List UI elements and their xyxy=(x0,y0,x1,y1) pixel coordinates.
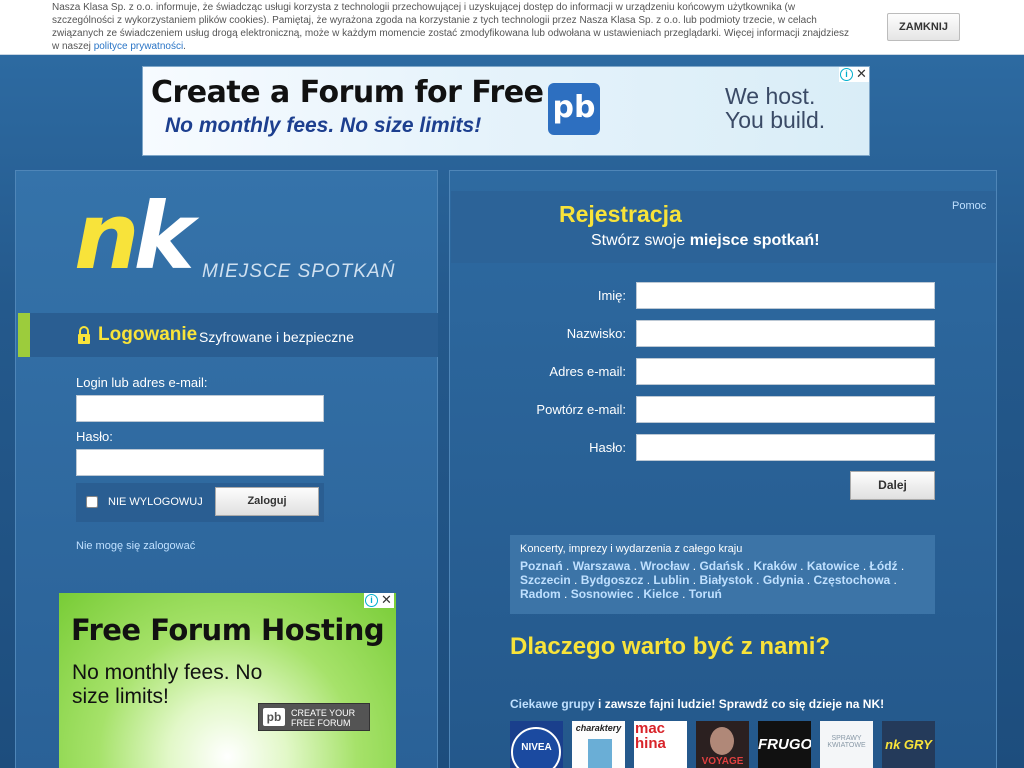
logo-letter-n: n xyxy=(74,183,139,290)
logo-letter-k: k xyxy=(133,183,195,290)
remember-row: NIE WYLOGOWUJ Zaloguj xyxy=(76,483,324,522)
group-thumb-label: nk GRY xyxy=(885,737,932,752)
first-name-input[interactable] xyxy=(636,282,935,309)
privacy-policy-link[interactable]: polityce prywatności xyxy=(94,41,183,52)
ad-right-line2: You build. xyxy=(725,107,826,133)
side-ad[interactable]: Free Forum Hosting No monthly fees. No s… xyxy=(59,593,396,768)
login-subtitle: Szyfrowane i bezpieczne xyxy=(199,329,354,345)
password-input[interactable] xyxy=(76,449,324,476)
password-label: Hasło: xyxy=(76,429,113,444)
registration-subtitle-prefix: Stwórz swoje xyxy=(591,232,686,249)
cities-box: Koncerty, imprezy i wydarzenia z całego … xyxy=(510,535,935,614)
login-header: Logowanie Szyfrowane i bezpieczne xyxy=(18,313,438,357)
login-panel: nk MIEJSCE SPOTKAŃ Logowanie Szyfrowane … xyxy=(15,170,438,768)
ad-subline: No monthly fees. No size limits! xyxy=(165,114,482,137)
login-title: Logowanie xyxy=(98,324,198,345)
city-link[interactable]: Toruń xyxy=(689,587,722,601)
city-link[interactable]: Łódź xyxy=(870,559,898,573)
side-ad-close-icon[interactable]: ✕ xyxy=(380,593,393,607)
top-banner-ad[interactable]: Create a Forum for Free No monthly fees.… xyxy=(142,66,870,156)
group-thumb-label: machina xyxy=(635,721,666,752)
group-thumb-nivea[interactable]: NIVEA xyxy=(510,721,563,768)
city-link[interactable]: Katowice xyxy=(807,559,860,573)
cookie-close-button[interactable]: ZAMKNIJ xyxy=(887,13,960,41)
city-link[interactable]: Kraków xyxy=(753,559,796,573)
ad-close-icon[interactable]: ✕ xyxy=(855,67,868,81)
group-thumb-label: charaktery xyxy=(575,723,622,733)
group-thumb-label: FRUGO xyxy=(758,736,811,753)
city-link[interactable]: Radom xyxy=(520,587,561,601)
ad-right-line1: We host. xyxy=(725,83,816,109)
groups-text: i zawsze fajni ludzie! Sprawdź co się dz… xyxy=(594,697,885,711)
reg-password-label: Hasło: xyxy=(589,440,626,455)
side-ad-cta-text: CREATE YOUR FREE FORUM xyxy=(291,708,356,728)
nk-logo[interactable]: nk xyxy=(74,191,195,283)
first-name-label: Imię: xyxy=(597,288,626,303)
email-input[interactable] xyxy=(636,358,935,385)
city-link[interactable]: Sosnowiec xyxy=(571,587,634,601)
city-link[interactable]: Gdynia xyxy=(763,573,804,587)
cookie-notice: Nasza Klasa Sp. z o.o. informuje, że świ… xyxy=(52,2,850,52)
side-ad-headline: Free Forum Hosting xyxy=(71,613,385,647)
cities-title: Koncerty, imprezy i wydarzenia z całego … xyxy=(520,543,743,555)
groups-link[interactable]: Ciekawe grupy xyxy=(510,697,595,711)
ad-info-icon[interactable]: i xyxy=(840,68,853,81)
reg-password-input[interactable] xyxy=(636,434,935,461)
remember-checkbox[interactable] xyxy=(86,496,98,508)
ad-controls: i ✕ xyxy=(839,67,869,82)
registration-subtitle-bold: miejsce spotkań! xyxy=(689,232,820,249)
side-ad-text: No monthly fees. No size limits! xyxy=(72,661,263,708)
registration-title: Rejestracja xyxy=(559,201,682,227)
group-thumb-machina[interactable]: machina xyxy=(634,721,687,768)
city-link[interactable]: Lublin xyxy=(653,573,689,587)
ad-logo: pb xyxy=(548,83,600,135)
login-label: Login lub adres e-mail: xyxy=(76,375,208,390)
city-link[interactable]: Szczecin xyxy=(520,573,571,587)
group-thumb-frugo[interactable]: FRUGO xyxy=(758,721,811,768)
login-button[interactable]: Zaloguj xyxy=(215,487,319,516)
city-link[interactable]: Poznań xyxy=(520,559,563,573)
why-join-title: Dlaczego warto być z nami? xyxy=(510,633,831,660)
email-repeat-input[interactable] xyxy=(636,396,935,423)
last-name-input[interactable] xyxy=(636,320,935,347)
ad-headline: Create a Forum for Free xyxy=(151,75,544,110)
group-thumb-voyage[interactable]: VOYAGE xyxy=(696,721,749,768)
registration-subtitle: Stwórz swoje miejsce spotkań! xyxy=(591,232,820,250)
registration-header: Rejestracja Stwórz swoje miejsce spotkań… xyxy=(451,191,996,263)
side-ad-controls: i ✕ xyxy=(364,593,394,608)
registration-panel: Rejestracja Stwórz swoje miejsce spotkań… xyxy=(449,170,997,768)
login-accent-bar xyxy=(18,313,30,357)
groups-line: Ciekawe grupy i zawsze fajni ludzie! Spr… xyxy=(510,697,884,711)
cities-list: Poznań . Warszawa . Wrocław . Gdańsk . K… xyxy=(520,559,905,601)
cookie-bar: Nasza Klasa Sp. z o.o. informuje, że świ… xyxy=(0,0,1024,55)
tagline: MIEJSCE SPOTKAŃ xyxy=(202,261,396,282)
city-link[interactable]: Białystok xyxy=(699,573,752,587)
side-ad-info-icon[interactable]: i xyxy=(365,594,378,607)
city-link[interactable]: Gdańsk xyxy=(699,559,743,573)
group-thumb-sprawy[interactable]: SPRAWY KWIATOWE xyxy=(820,721,873,768)
help-link[interactable]: Pomoc xyxy=(952,200,986,212)
city-link[interactable]: Kielce xyxy=(643,587,678,601)
city-link[interactable]: Warszawa xyxy=(573,559,631,573)
group-thumb-label: VOYAGE xyxy=(701,756,744,767)
city-link[interactable]: Częstochowa xyxy=(814,573,891,587)
next-button[interactable]: Dalej xyxy=(850,471,935,500)
city-link[interactable]: Bydgoszcz xyxy=(581,573,644,587)
group-thumb-nk-games[interactable]: nk GRY xyxy=(882,721,935,768)
last-name-label: Nazwisko: xyxy=(566,326,626,341)
forgot-password-link[interactable]: Nie mogę się zalogować xyxy=(76,540,195,552)
group-thumb-label: SPRAWY KWIATOWE xyxy=(827,735,866,749)
login-input[interactable] xyxy=(76,395,324,422)
email-label: Adres e-mail: xyxy=(549,364,626,379)
side-ad-cta-button[interactable]: pb CREATE YOUR FREE FORUM xyxy=(258,703,370,731)
lock-icon xyxy=(78,326,90,344)
city-link[interactable]: Wrocław xyxy=(640,559,689,573)
email-repeat-label: Powtórz e-mail: xyxy=(536,402,626,417)
group-thumb-label: NIVEA xyxy=(521,742,552,753)
side-ad-cta-logo: pb xyxy=(263,708,285,726)
group-thumb-charaktery[interactable]: charaktery xyxy=(572,721,625,768)
remember-label[interactable]: NIE WYLOGOWUJ xyxy=(108,496,203,508)
